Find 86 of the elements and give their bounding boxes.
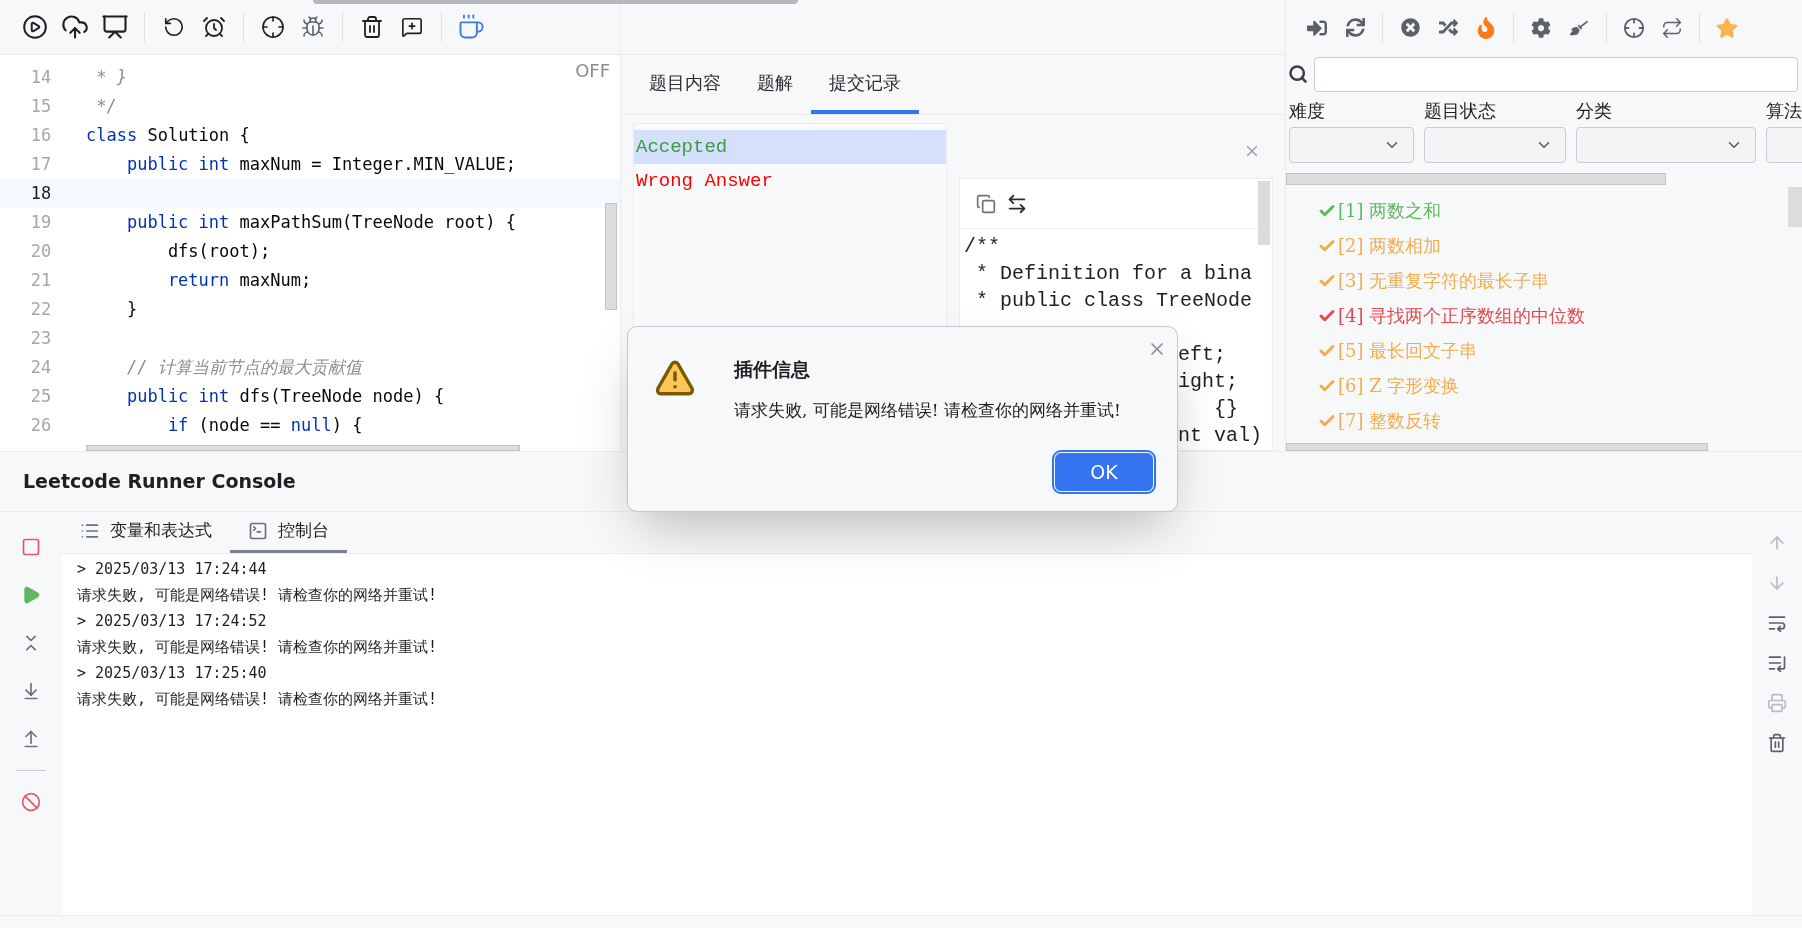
tab[interactable]: 题目内容 <box>631 55 739 114</box>
dialog-title: 插件信息 <box>734 357 810 382</box>
line-number: 26 <box>29 413 53 437</box>
terminal-icon <box>248 521 268 541</box>
filter-label: 算法 <box>1766 99 1802 123</box>
code-line: * public class TreeNode <box>975 288 1253 314</box>
line-number: 23 <box>29 326 53 350</box>
code-line: dfs(root); <box>166 239 271 263</box>
tab-label: 控制台 <box>278 519 329 543</box>
upload-icon[interactable] <box>61 13 89 41</box>
line-number: 19 <box>29 210 53 234</box>
mute-icon[interactable] <box>21 792 41 812</box>
copy-icon[interactable] <box>976 193 996 214</box>
problem-item[interactable]: [1] 两数之和 <box>1338 197 1442 224</box>
code-line: eft; <box>1178 342 1226 368</box>
submission-item[interactable]: Accepted <box>634 130 946 164</box>
scrollbar <box>1258 181 1270 245</box>
console-line: 请求失败, 可能是网络错误! 请检查你的网络并重试! <box>77 637 438 658</box>
console-line: > 2025/03/13 17:24:44 <box>77 559 267 580</box>
code-line: // 计算当前节点的最大贡献值 <box>125 355 362 379</box>
code-line: class Solution { <box>85 123 250 147</box>
console-line: 请求失败, 可能是网络错误! 请检查你的网络并重试! <box>77 585 438 606</box>
line-number: 16 <box>29 123 53 147</box>
code-line: * Definition for a bina <box>975 261 1253 287</box>
delete-icon[interactable] <box>360 15 384 39</box>
code-line: public int maxNum = Integer.MIN_VALUE; <box>125 152 516 176</box>
console-line: > 2025/03/13 17:25:40 <box>77 663 267 684</box>
console-title: Leetcode Runner Console <box>23 469 296 495</box>
shuffle-icon[interactable] <box>1438 18 1458 37</box>
line-number: 18 <box>29 181 53 205</box>
filter-label: 题目状态 <box>1424 99 1497 123</box>
code-line: } <box>125 297 138 321</box>
settings-icon[interactable] <box>1531 17 1551 38</box>
dialog-message: 请求失败, 可能是网络错误! 请检查你的网络并重试! <box>734 398 1121 422</box>
line-number: 17 <box>29 152 53 176</box>
line-number: 25 <box>29 384 53 408</box>
line-number: 14 <box>29 65 53 89</box>
line-number: 22 <box>29 297 53 321</box>
line-number: 21 <box>29 268 53 292</box>
status-label: OFF <box>575 59 610 83</box>
problem-item[interactable]: [4] 寻找两个正序数组的中位数 <box>1338 302 1586 329</box>
tab[interactable]: 提交记录 <box>811 55 919 114</box>
console-line: > 2025/03/13 17:24:52 <box>77 611 267 632</box>
java-icon[interactable] <box>457 13 485 41</box>
code-line: * } <box>95 65 127 89</box>
monitor-icon[interactable] <box>101 13 129 41</box>
line-number: 20 <box>29 239 53 263</box>
console-line: 请求失败, 可能是网络错误! 请检查你的网络并重试! <box>77 689 438 710</box>
code-line: public int maxPathSum(TreeNode root) { <box>125 210 516 234</box>
submission-item[interactable]: Wrong Answer <box>634 164 946 198</box>
list-icon <box>80 521 100 541</box>
scrollbar <box>1788 187 1802 227</box>
swap-icon[interactable] <box>1006 192 1028 215</box>
run-icon[interactable] <box>22 14 48 40</box>
code-line: */ <box>95 94 117 118</box>
undo-icon[interactable] <box>163 16 185 38</box>
refresh-icon[interactable] <box>1345 18 1365 37</box>
code-line: return maxNum; <box>166 268 312 292</box>
tab[interactable]: 变量和表达式 <box>62 512 230 553</box>
line-number: 24 <box>29 355 53 379</box>
tab[interactable]: 题解 <box>739 55 811 114</box>
bug-icon[interactable] <box>301 15 325 39</box>
code-line: nt val) <box>1178 423 1262 449</box>
search-field[interactable] <box>1314 56 1798 92</box>
code-line: {} <box>1213 396 1238 422</box>
star-icon[interactable] <box>1716 16 1738 39</box>
comment-icon[interactable] <box>401 16 423 38</box>
alarm-clock-icon[interactable] <box>202 15 226 39</box>
filter-label: 难度 <box>1289 99 1326 123</box>
wrap-icon[interactable] <box>1767 613 1787 633</box>
filter-label: 分类 <box>1576 99 1613 123</box>
download-icon[interactable] <box>21 681 41 701</box>
broom-icon[interactable] <box>1570 18 1588 37</box>
crosshair-icon[interactable] <box>261 15 285 39</box>
swap-icon[interactable] <box>1661 16 1683 39</box>
line-number: 15 <box>29 94 53 118</box>
code-line: public int dfs(TreeNode node) { <box>125 384 445 408</box>
scroll-end-icon[interactable] <box>1767 653 1787 673</box>
code-line: if (node == null) { <box>166 413 363 437</box>
code-line: ight; <box>1178 369 1238 395</box>
search-icon <box>1288 64 1308 84</box>
ok-button[interactable]: OK <box>1055 453 1153 491</box>
code-line: /** <box>964 234 1000 260</box>
cancel-icon[interactable] <box>1400 18 1420 37</box>
tab-label: 变量和表达式 <box>110 519 212 543</box>
stop-icon[interactable] <box>21 537 41 557</box>
